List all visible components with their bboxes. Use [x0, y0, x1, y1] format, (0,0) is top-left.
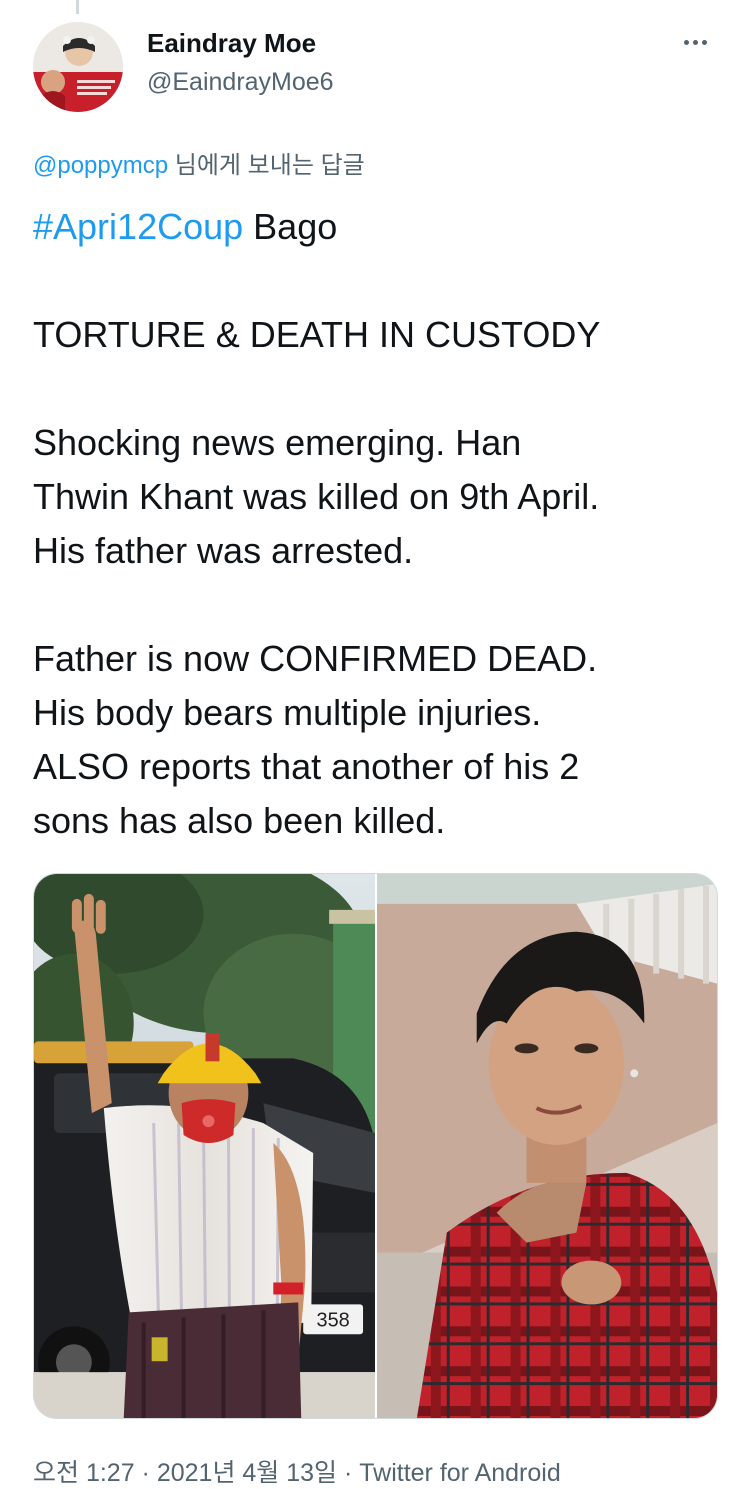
tweet-headline: TORTURE & DEATH IN CUSTODY — [33, 314, 601, 355]
avatar[interactable] — [33, 22, 123, 112]
reply-to-label: 님에게 보내는 답글 — [168, 152, 365, 179]
tweet-first-line: #Apri12Coup Bago — [33, 200, 723, 254]
tweet-paragraph-line: His father was arrested. — [33, 530, 414, 571]
reply-mention-link[interactable]: @poppymcp — [33, 152, 168, 179]
tweet-paragraph-line: His body bears multiple injuries. — [33, 692, 542, 733]
more-horizontal-icon — [692, 39, 698, 45]
tweet-paragraph-line: ALSO reports that another of his 2 — [33, 746, 580, 787]
license-plate-text: 358 — [316, 1309, 349, 1331]
avatar-image — [33, 22, 123, 112]
hashtag-link[interactable]: #Apri12Coup — [33, 206, 243, 247]
tweet-date[interactable]: 2021년 4월 13일 — [157, 1459, 337, 1487]
tweet-media: 358 — [33, 873, 718, 1419]
replying-to: @poppymcp 님에게 보내는 답글 — [33, 145, 365, 180]
meta-separator: · — [337, 1459, 360, 1487]
tweet-paragraph-line: sons has also been killed. — [33, 800, 446, 841]
author-handle[interactable]: @EaindrayMoe6 — [147, 68, 334, 97]
thread-connector-line — [76, 0, 79, 14]
tweet-paragraph-line: Father is now CONFIRMED DEAD. — [33, 638, 598, 679]
tweet-source[interactable]: Twitter for Android — [359, 1459, 560, 1487]
photo-son-red-plaid-shirt[interactable] — [377, 874, 717, 1418]
tweet-time[interactable]: 오전 1:27 — [33, 1459, 135, 1487]
more-horizontal-icon — [701, 39, 707, 45]
tweet-paragraph-line: Shocking news emerging. Han — [33, 422, 522, 463]
tweet-paragraph-line: Thwin Khant was killed on 9th April. — [33, 476, 600, 517]
tweet-header: Eaindray Moe @EaindrayMoe6 — [33, 22, 723, 114]
tweet-text: #Apri12Coup Bago TORTURE & DEATH IN CUST… — [33, 200, 723, 848]
tweet-location: Bago — [243, 206, 338, 247]
more-horizontal-icon — [683, 39, 689, 45]
photo-father-three-finger-salute[interactable]: 358 — [34, 874, 375, 1418]
meta-separator: · — [134, 1459, 157, 1487]
tweet-metadata: 오전 1:27 · 2021년 4월 13일 · Twitter for And… — [33, 1453, 561, 1489]
author-name[interactable]: Eaindray Moe — [147, 28, 316, 59]
more-options-button[interactable] — [675, 28, 715, 56]
